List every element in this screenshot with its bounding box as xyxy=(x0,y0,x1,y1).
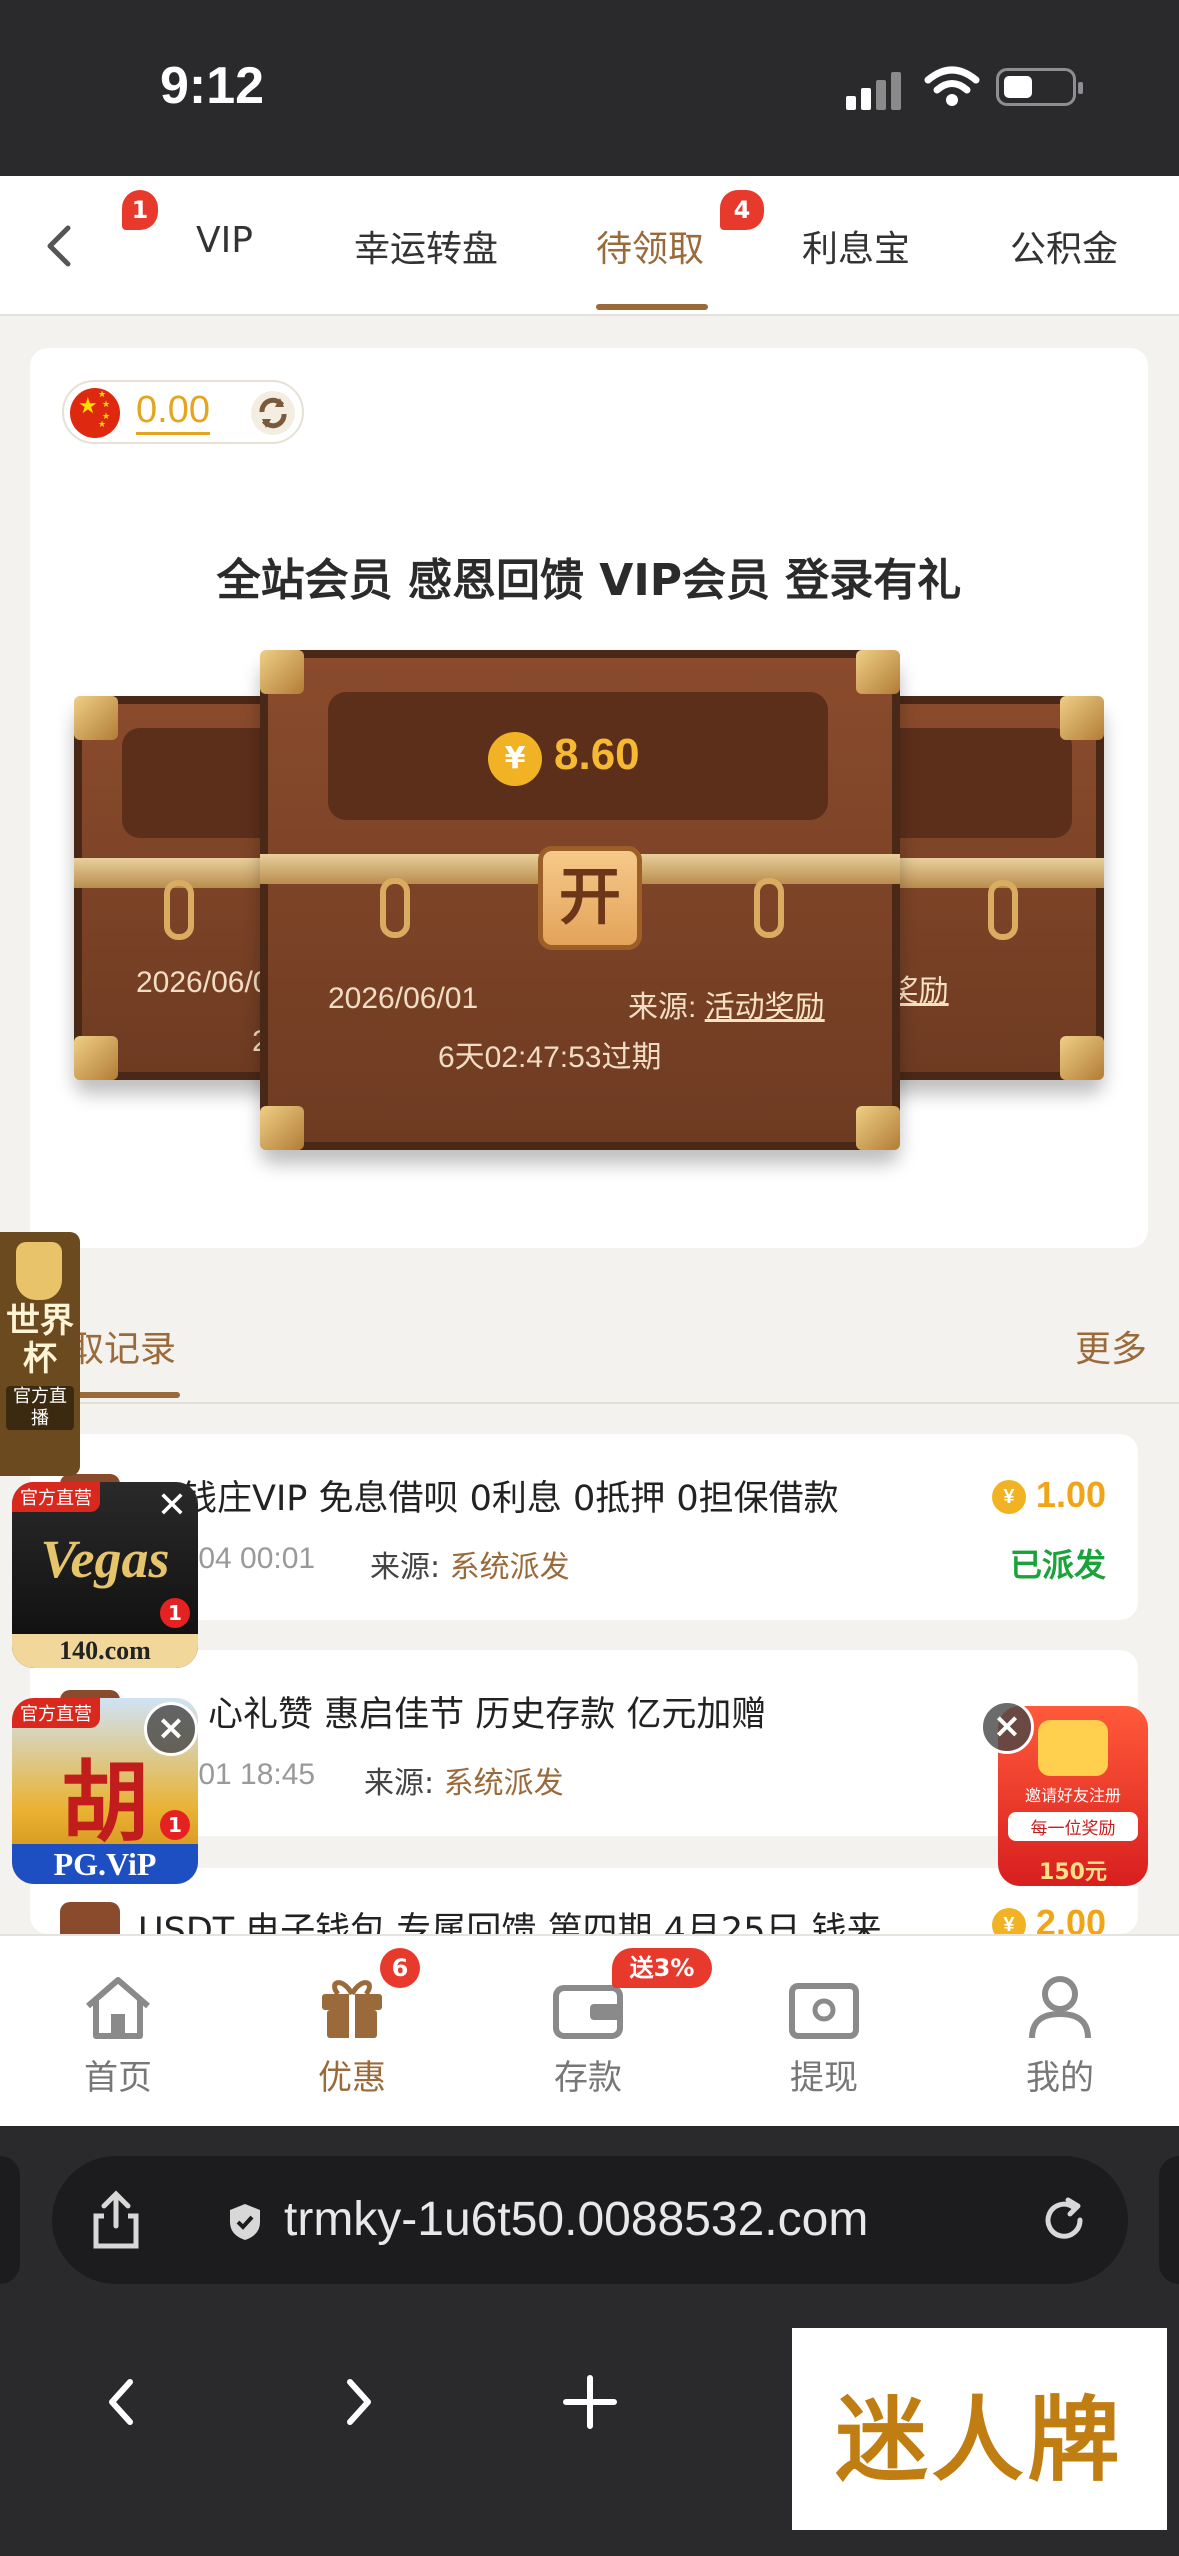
chest-expiry-timer: 6天02:47:53过期 xyxy=(438,1041,662,1074)
reload-icon[interactable] xyxy=(1038,2194,1090,2246)
record-date: /01 18:45 xyxy=(190,1758,316,1791)
record-amount: ¥2.00 xyxy=(991,1902,1106,1934)
share-icon[interactable] xyxy=(88,2190,144,2250)
back-chevron-icon[interactable] xyxy=(30,216,90,276)
tab-home[interactable]: 首页 xyxy=(38,1972,198,2099)
tab-pending-claim[interactable]: 待领取 xyxy=(596,220,704,272)
deposit-bonus-badge: 送3% xyxy=(612,1948,712,1988)
tab-pending-badge: 4 xyxy=(720,190,764,230)
record-source: 来源: 系统派发 xyxy=(364,1766,564,1801)
close-pgvip-icon[interactable]: × xyxy=(144,1702,198,1756)
tab-profile[interactable]: 我的 xyxy=(980,1972,1140,2099)
record-title: USDT 电子钱包 专属回馈 第四期 4月25日 钱来 xyxy=(138,1911,882,1934)
tab-withdraw[interactable]: 提现 xyxy=(744,1972,904,2099)
records-tab-indicator xyxy=(68,1392,180,1398)
close-vegas-icon[interactable]: ✕ xyxy=(152,1486,192,1526)
vegas-logo-text: Vegas xyxy=(40,1529,170,1589)
tab-vip[interactable]: VIP xyxy=(196,220,253,261)
reward-card: ★ ★ ★ ★ ★ 0.00 全站会员 感恩回馈 VIP会员 登录有礼 2026… xyxy=(30,348,1148,1248)
worldcup-float-banner[interactable]: 世界杯 官方直播 xyxy=(0,1232,80,1476)
bottom-tab-bar: 首页 优惠 6 存款 送3% 提现 我的 xyxy=(0,1934,1179,2126)
record-title: 钱庄VIP 免息借呗 0利息 0抵押 0担保借款 xyxy=(182,1479,839,1519)
pgvip-name: PG.ViP xyxy=(12,1844,198,1884)
new-tab-plus-icon[interactable] xyxy=(560,2372,620,2432)
tab-interest[interactable]: 利息宝 xyxy=(802,220,910,272)
address-bar[interactable]: trmky-1u6t50.0088532.com xyxy=(52,2156,1128,2284)
chest-amount: ¥ 8.60 xyxy=(488,724,708,804)
battery-icon xyxy=(996,68,1083,106)
pgvip-badge: 1 xyxy=(160,1810,190,1840)
prev-tab-peek xyxy=(0,2156,20,2284)
record-title: 心礼赞 惠启佳节 历史存款 亿元加赠 xyxy=(208,1695,767,1735)
yuan-coin-icon: ¥ xyxy=(991,1908,1026,1934)
tab-withdraw-label: 提现 xyxy=(790,2058,858,2098)
promotions-badge: 6 xyxy=(380,1948,420,1988)
watermark-text: 迷人牌 xyxy=(835,2386,1124,2494)
tab-promotions[interactable]: 优惠 xyxy=(272,1972,432,2099)
worldcup-tag: 官方直播 xyxy=(6,1386,74,1430)
tab-deposit-label: 存款 xyxy=(554,2058,622,2098)
record-status: 已派发 xyxy=(1009,1546,1106,1584)
url-text[interactable]: trmky-1u6t50.0088532.com xyxy=(284,2192,868,2247)
tab-home-label: 首页 xyxy=(84,2058,152,2098)
yuan-coin-icon: ¥ xyxy=(991,1480,1026,1515)
browser-toolbar: trmky-1u6t50.0088532.com 迷人牌 xyxy=(0,2126,1179,2556)
chest-left-date: 2026/06/0 xyxy=(136,966,270,999)
invite-reward: 150元 xyxy=(1039,1860,1107,1885)
refresh-icon[interactable] xyxy=(250,390,296,436)
status-bar: 9:12 xyxy=(0,0,1179,176)
watermark-logo: 迷人牌 xyxy=(792,2328,1167,2530)
records-title[interactable]: 取记录 xyxy=(68,1320,176,1372)
invite-line2: 每一位奖励 xyxy=(1008,1812,1138,1841)
close-invite-icon[interactable]: × xyxy=(980,1700,1034,1754)
reward-chest-main[interactable]: ¥ 8.60 开 2026/06/01 来源: 活动奖励 6天02:47:53过… xyxy=(260,650,900,1150)
next-tab-peek xyxy=(1159,2156,1179,2284)
balance-amount: 0.00 xyxy=(136,388,210,435)
tab-deposit[interactable]: 存款 xyxy=(508,1972,668,2099)
tab-vip-badge: 1 xyxy=(122,190,158,230)
tab-promotions-label: 优惠 xyxy=(318,2058,386,2098)
tab-provident-fund[interactable]: 公积金 xyxy=(1010,220,1118,272)
tab-lucky-wheel[interactable]: 幸运转盘 xyxy=(354,220,498,272)
user-icon xyxy=(1029,1976,1091,2039)
records-header: 取记录 更多 xyxy=(0,1300,1179,1404)
record-date: /04 00:01 xyxy=(190,1542,316,1575)
red-envelope-icon xyxy=(1038,1720,1108,1776)
status-time: 9:12 xyxy=(160,57,265,115)
browser-back-icon[interactable] xyxy=(96,2372,146,2432)
tab-profile-label: 我的 xyxy=(1026,2058,1094,2098)
invite-line1: 邀请好友注册 xyxy=(1024,1786,1121,1805)
active-tab-indicator xyxy=(596,304,708,310)
china-flag-icon: ★ ★ ★ ★ ★ xyxy=(70,388,120,438)
trophy-icon xyxy=(16,1242,62,1300)
gift-icon xyxy=(322,1980,382,2038)
worldcup-title: 世界杯 xyxy=(6,1301,74,1379)
browser-forward-icon[interactable] xyxy=(334,2372,384,2432)
promo-headline: 全站会员 感恩回馈 VIP会员 登录有礼 xyxy=(216,555,962,606)
official-tag: 官方直营 xyxy=(12,1698,100,1728)
open-chest-button[interactable]: 开 xyxy=(538,846,642,950)
chest-source: 来源: 活动奖励 xyxy=(628,991,825,1024)
record-source: 来源: 系统派发 xyxy=(370,1550,570,1585)
record-amount: ¥1.00 xyxy=(991,1474,1106,1516)
balance-pill: ★ ★ ★ ★ ★ 0.00 xyxy=(62,380,304,444)
top-tab-nav: 1 VIP 幸运转盘 待领取 4 利息宝 公积金 xyxy=(0,176,1179,316)
vegas-domain: 140.com xyxy=(12,1634,198,1668)
records-more-link[interactable]: 更多 xyxy=(1075,1320,1147,1372)
cellular-signal-icon xyxy=(846,70,902,110)
wifi-icon xyxy=(924,66,980,106)
home-icon xyxy=(86,1977,150,2039)
yuan-coin-icon: ¥ xyxy=(488,732,542,786)
cash-icon xyxy=(789,1983,859,2039)
security-shield-icon xyxy=(230,2204,260,2240)
vegas-badge: 1 xyxy=(160,1598,190,1628)
official-tag: 官方直营 xyxy=(12,1482,100,1512)
chest-date: 2026/06/01 xyxy=(328,982,479,1015)
chest-thumb-icon xyxy=(60,1902,120,1934)
